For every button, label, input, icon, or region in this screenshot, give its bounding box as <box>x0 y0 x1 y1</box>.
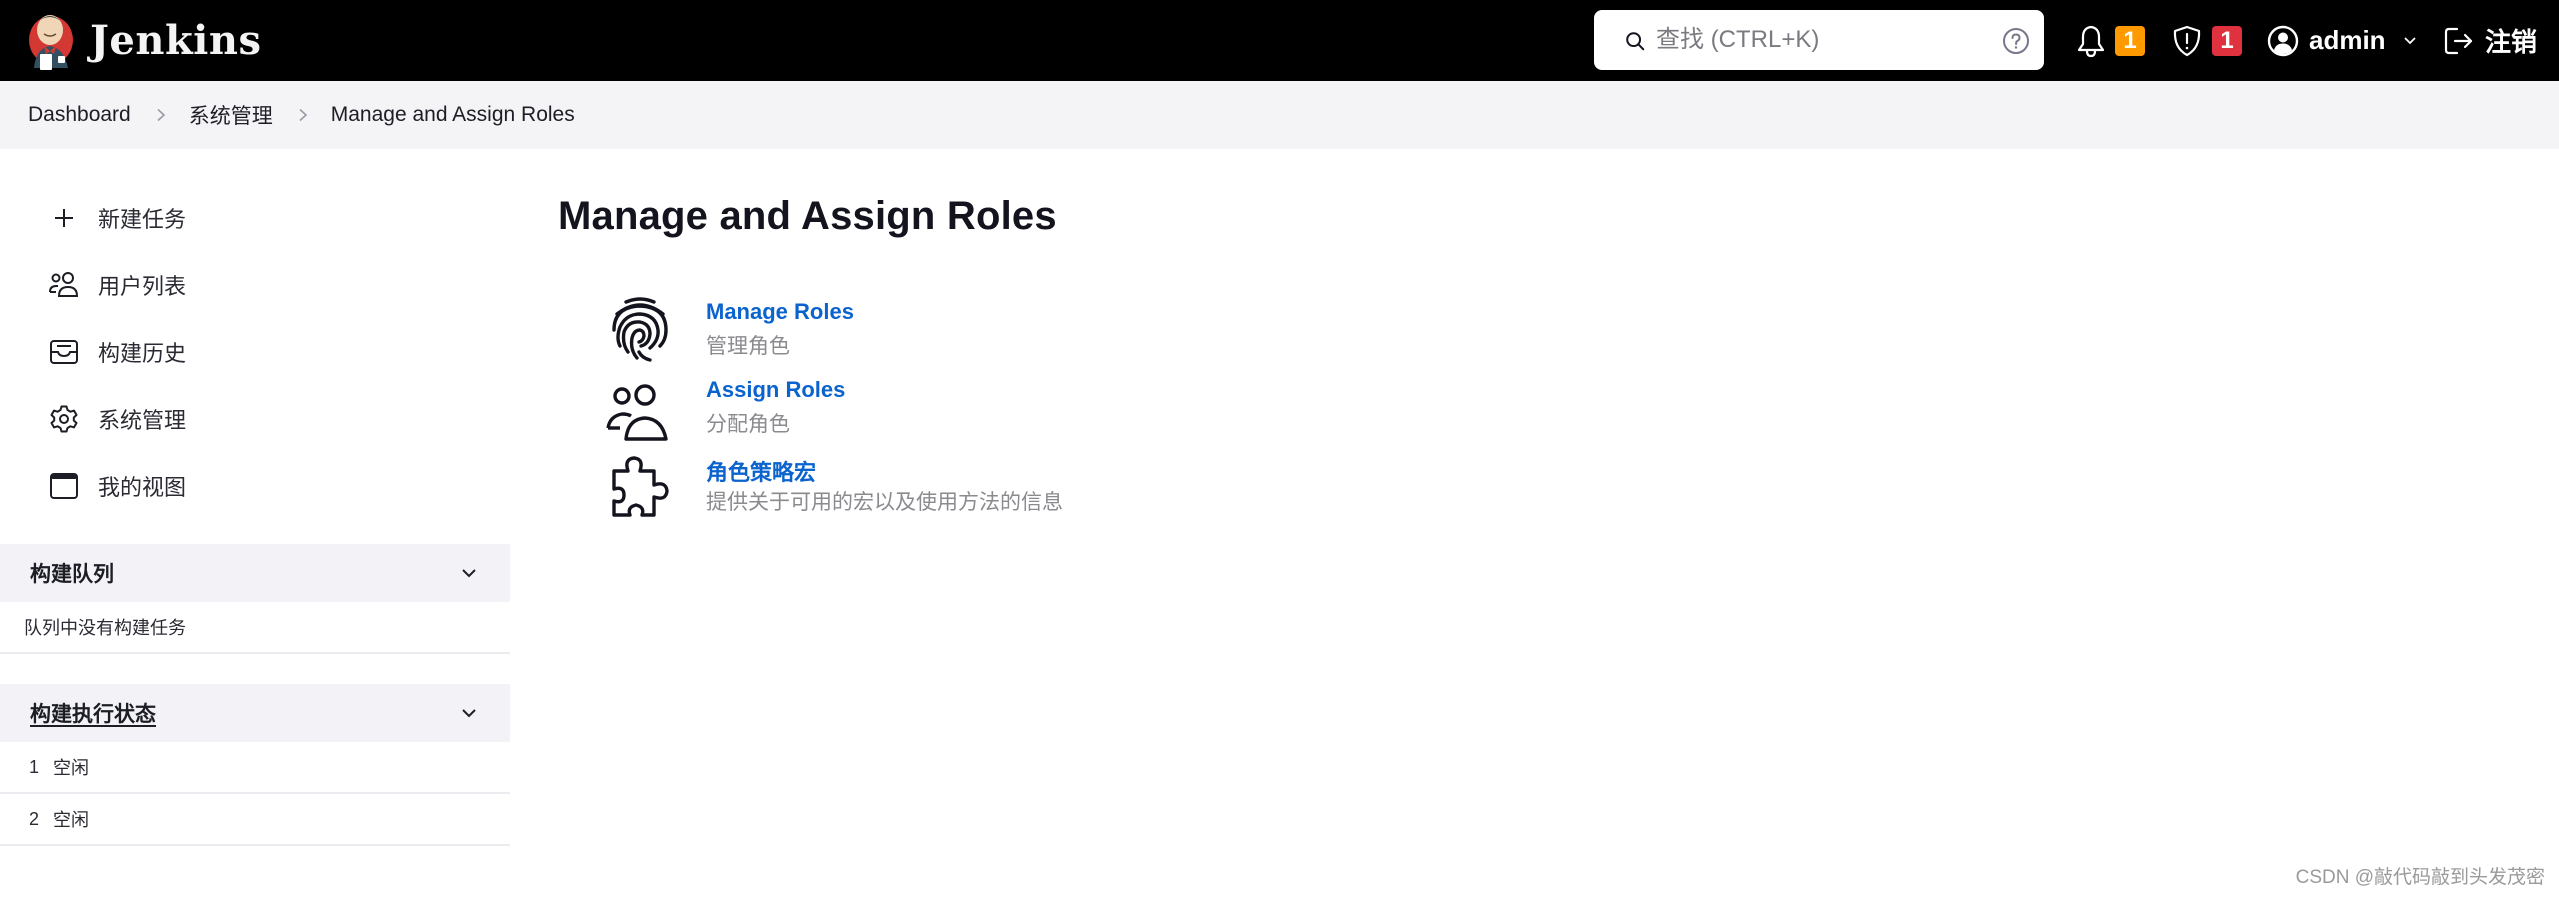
help-icon[interactable] <box>2002 27 2030 55</box>
page-header: Jenkins 1 1 admin <box>0 0 2559 81</box>
build-queue-title: 构建队列 <box>30 563 114 586</box>
manage-roles-item: Manage Roles 管理角色 <box>600 292 1300 372</box>
sidebar-item-label: 我的视图 <box>98 475 187 500</box>
chevron-down-icon[interactable] <box>460 564 478 582</box>
search-box <box>1594 10 2044 70</box>
breadcrumb-current-page[interactable]: Manage and Assign Roles <box>331 103 575 127</box>
executor-row: 2 空闲 <box>0 794 510 846</box>
executors-title-link[interactable]: 构建执行状态 <box>30 698 156 728</box>
shield-alert-icon <box>2173 25 2201 56</box>
assign-roles-link[interactable]: Assign Roles <box>706 377 845 403</box>
logout-label: 注销 <box>2485 27 2538 57</box>
executor-status: 空闲 <box>53 758 89 778</box>
security-alerts-button[interactable]: 1 <box>2171 0 2242 81</box>
security-alerts-badge: 1 <box>2212 25 2242 56</box>
chevron-right-icon <box>299 108 307 122</box>
gear-icon <box>48 403 80 435</box>
bell-icon <box>2077 25 2105 57</box>
sidebar-item-label: 系统管理 <box>98 408 187 433</box>
chevron-down-icon[interactable] <box>460 704 478 722</box>
build-queue-empty-text: 队列中没有构建任务 <box>24 618 186 638</box>
window-icon <box>48 470 80 502</box>
page-title: Manage and Assign Roles <box>558 194 1057 238</box>
assign-roles-description: 分配角色 <box>706 413 790 436</box>
fingerprint-icon <box>612 297 668 362</box>
executor-number: 1 <box>29 756 40 777</box>
logout-icon <box>2444 27 2473 54</box>
people-icon <box>48 269 80 301</box>
notifications-badge: 1 <box>2115 25 2145 56</box>
executor-number: 2 <box>29 808 40 829</box>
puzzle-icon <box>612 456 669 517</box>
sidebar-item-label: 新建任务 <box>98 207 187 232</box>
sidebar-item-label: 构建历史 <box>98 341 187 366</box>
user-circle-icon <box>2267 25 2299 56</box>
plus-icon <box>48 202 80 234</box>
watermark: CSDN @敲代码敲到头发茂密 <box>2295 867 2545 888</box>
inbox-icon <box>48 336 80 368</box>
manage-roles-link[interactable]: Manage Roles <box>706 299 854 325</box>
executor-row: 1 空闲 <box>0 742 510 794</box>
search-icon <box>1626 32 1645 51</box>
role-strategy-macros-item: 角色策略宏 提供关于可用的宏以及使用方法的信息 <box>600 448 1300 528</box>
breadcrumb: Dashboard 系统管理 Manage and Assign Roles <box>0 81 2559 149</box>
jenkins-butler-icon <box>29 15 73 70</box>
sidebar-item-system-management[interactable]: 系统管理 <box>48 397 186 441</box>
search-input[interactable] <box>1656 10 1986 70</box>
people-icon <box>606 384 668 441</box>
sidebar-item-user-list[interactable]: 用户列表 <box>48 263 186 307</box>
build-queue-empty: 队列中没有构建任务 <box>0 602 510 654</box>
app-name: Jenkins <box>90 16 262 64</box>
logout-button[interactable]: 注销 <box>2443 0 2537 81</box>
sidebar-item-build-history[interactable]: 构建历史 <box>48 330 186 374</box>
role-strategy-macros-description: 提供关于可用的宏以及使用方法的信息 <box>706 491 1063 514</box>
notifications-button[interactable]: 1 <box>2076 0 2145 81</box>
user-menu-button[interactable]: admin <box>2267 0 2418 81</box>
build-queue-header: 构建队列 <box>0 544 510 602</box>
manage-roles-description: 管理角色 <box>706 335 790 358</box>
role-strategy-macros-link[interactable]: 角色策略宏 <box>706 455 816 487</box>
sidebar-item-my-views[interactable]: 我的视图 <box>48 464 186 508</box>
chevron-right-icon <box>157 108 165 122</box>
jenkins-logo-link[interactable]: Jenkins <box>26 8 261 72</box>
executor-status: 空闲 <box>53 810 89 830</box>
breadcrumb-system-management[interactable]: 系统管理 <box>189 100 273 130</box>
chevron-down-icon[interactable] <box>2402 35 2418 47</box>
executors-header: 构建执行状态 <box>0 684 510 742</box>
sidebar-item-label: 用户列表 <box>98 274 187 299</box>
assign-roles-item: Assign Roles 分配角色 <box>600 370 1300 450</box>
breadcrumb-dashboard[interactable]: Dashboard <box>28 103 131 127</box>
user-name: admin <box>2309 25 2386 55</box>
sidebar-item-new-job[interactable]: 新建任务 <box>48 196 186 240</box>
